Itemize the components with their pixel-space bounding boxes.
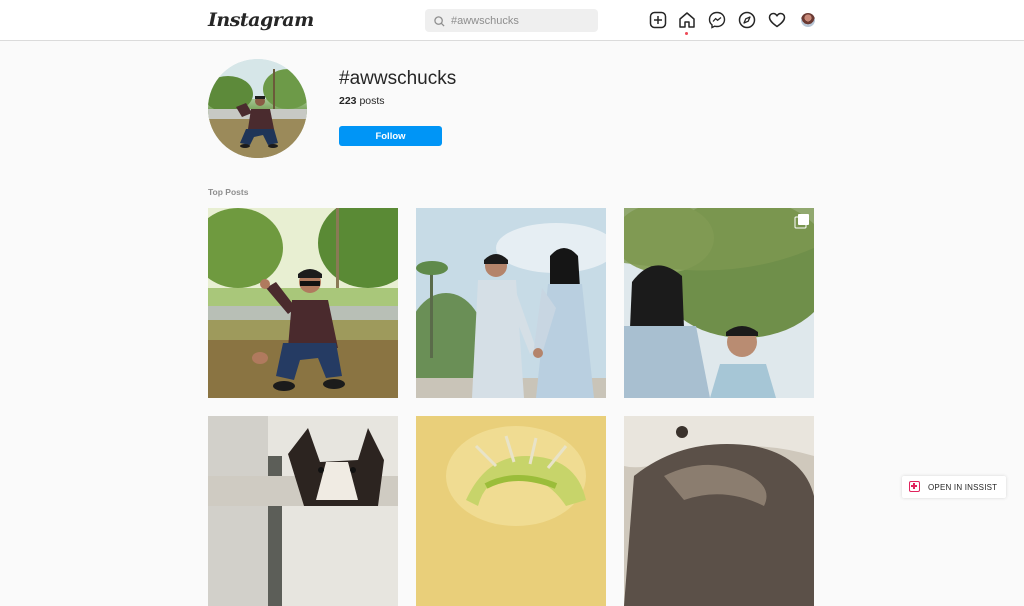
search-icon — [434, 14, 445, 32]
heart-icon[interactable] — [768, 11, 786, 29]
hashtag-title: #awwschucks — [339, 68, 457, 89]
inssist-label: OPEN IN INSSIST — [928, 483, 998, 492]
profile-avatar[interactable] — [801, 13, 815, 27]
posts-count-suffix: posts — [359, 95, 385, 107]
top-navigation-bar: Instagram — [0, 0, 1024, 41]
messenger-icon[interactable] — [708, 11, 726, 29]
post-tile-5[interactable] — [416, 416, 606, 606]
hashtag-profile-image — [208, 59, 307, 158]
open-in-inssist-button[interactable]: OPEN IN INSSIST — [902, 476, 1006, 498]
post-tile-2[interactable] — [416, 208, 606, 398]
post-tile-3[interactable] — [624, 208, 814, 398]
post-tile-1[interactable] — [208, 208, 398, 398]
top-posts-heading: Top Posts — [208, 187, 249, 197]
post-tile-6[interactable] — [624, 416, 814, 606]
new-post-icon[interactable] — [649, 11, 667, 29]
notification-dot — [685, 32, 688, 35]
instagram-logo[interactable]: Instagram — [208, 9, 314, 31]
multiple-photos-icon — [798, 214, 809, 225]
post-tile-4[interactable] — [208, 416, 398, 606]
posts-count: 223 posts — [339, 95, 385, 107]
follow-button[interactable]: Follow — [339, 126, 442, 146]
home-icon[interactable] — [678, 11, 696, 29]
search-input[interactable] — [451, 9, 591, 32]
explore-icon[interactable] — [738, 11, 756, 29]
posts-count-number: 223 — [339, 95, 357, 107]
inssist-plus-icon — [909, 481, 920, 492]
search-box[interactable] — [425, 9, 598, 32]
